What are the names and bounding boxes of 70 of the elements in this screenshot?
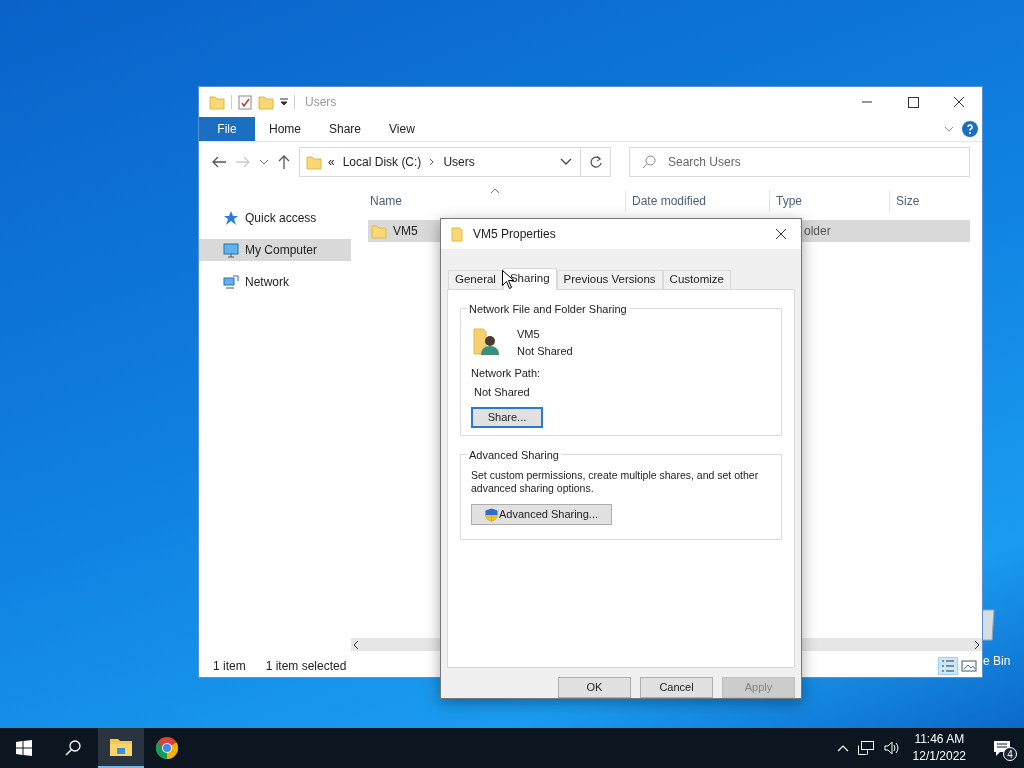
search-box[interactable]: Search Users (629, 147, 970, 177)
dialog-button[interactable]: OK (558, 677, 631, 698)
search-icon (65, 740, 81, 756)
star-icon (223, 210, 239, 226)
chevron-down-icon[interactable] (259, 158, 269, 166)
column-header[interactable]: Size (890, 192, 920, 210)
checkmark-icon (238, 94, 252, 110)
sidebar-item[interactable]: Network (199, 271, 351, 293)
breadcrumb[interactable]: Users (441, 153, 477, 171)
column-header[interactable]: Date modified (626, 192, 707, 210)
chevron-right-icon (429, 158, 436, 166)
refresh-icon (588, 155, 603, 169)
dialog-tab[interactable]: Previous Versions (556, 270, 663, 289)
description-text: Set custom permissions, create multiple shares, and set other advanced sharing options. (471, 469, 760, 495)
network-icon[interactable] (856, 740, 875, 756)
ribbon-tab[interactable]: View (375, 117, 429, 141)
share-status: Not Shared (517, 343, 573, 359)
folder-icon (258, 94, 274, 110)
dropdown-icon (280, 98, 288, 106)
file-type: older (804, 223, 831, 240)
folder-icon (306, 154, 322, 170)
status-text: 1 item selected (265, 658, 347, 675)
file-name: VM5 (393, 223, 418, 240)
breadcrumb[interactable]: Local Disk (C:) (340, 153, 424, 171)
help-icon[interactable] (962, 121, 978, 137)
dialog-button[interactable]: Cancel (640, 677, 713, 698)
path-label: Network Path: (471, 366, 542, 381)
breadcrumb: « (328, 154, 335, 171)
chevron-left-icon (351, 639, 361, 650)
monitor-icon (223, 242, 239, 258)
chevron-right-icon (972, 639, 982, 650)
chevron-down-icon[interactable] (560, 158, 572, 166)
address-bar[interactable]: « Local Disk (C:) Users (299, 147, 581, 177)
ribbon-tab[interactable]: Home (255, 117, 315, 141)
dialog-tab[interactable]: Customize (662, 270, 731, 289)
folder-icon (451, 226, 463, 242)
shield-icon (484, 507, 498, 522)
back-arrow-icon[interactable] (211, 155, 227, 169)
folder-icon (371, 223, 387, 239)
chevron-up-icon[interactable] (836, 744, 849, 752)
windows-logo-icon (16, 740, 32, 756)
advanced-sharing-button[interactable]: Advanced Sharing... (471, 504, 612, 525)
sidebar-item[interactable]: Quick access (199, 207, 351, 229)
search-field[interactable]: Search Users (668, 153, 969, 171)
network-path: Not Shared (473, 384, 531, 400)
network-icon (223, 274, 239, 290)
share-button[interactable]: Share... (471, 407, 543, 428)
column-header[interactable]: Name (370, 192, 402, 210)
folder-name: VM5 (517, 327, 541, 342)
folder-icon (109, 737, 133, 757)
notification-badge: 4 (1003, 747, 1017, 761)
folder-icon (209, 94, 225, 110)
column-header[interactable]: Type (770, 192, 802, 210)
dialog-tab[interactable]: General (448, 270, 503, 289)
status-text: 1 item (213, 658, 246, 675)
desktop-icon-label: e Bin (983, 653, 1011, 670)
ribbon-tab[interactable]: Share (315, 117, 376, 141)
details-view-icon[interactable] (938, 657, 958, 675)
up-arrow-icon[interactable] (277, 154, 291, 170)
taskbar-app[interactable] (98, 728, 144, 768)
clock[interactable]: 11:46 AM 12/1/2022 (906, 731, 972, 765)
volume-icon[interactable] (882, 740, 899, 756)
large-icons-view-icon[interactable] (960, 657, 978, 675)
search-icon (642, 155, 656, 169)
sidebar-item[interactable]: My Computer (199, 239, 351, 261)
dialog-title: VM5 Properties (473, 226, 556, 243)
window-title: Users (305, 94, 337, 111)
browser-icon (155, 736, 179, 760)
notification-button[interactable]: 4 (980, 728, 1024, 768)
refresh-button[interactable] (581, 147, 611, 177)
